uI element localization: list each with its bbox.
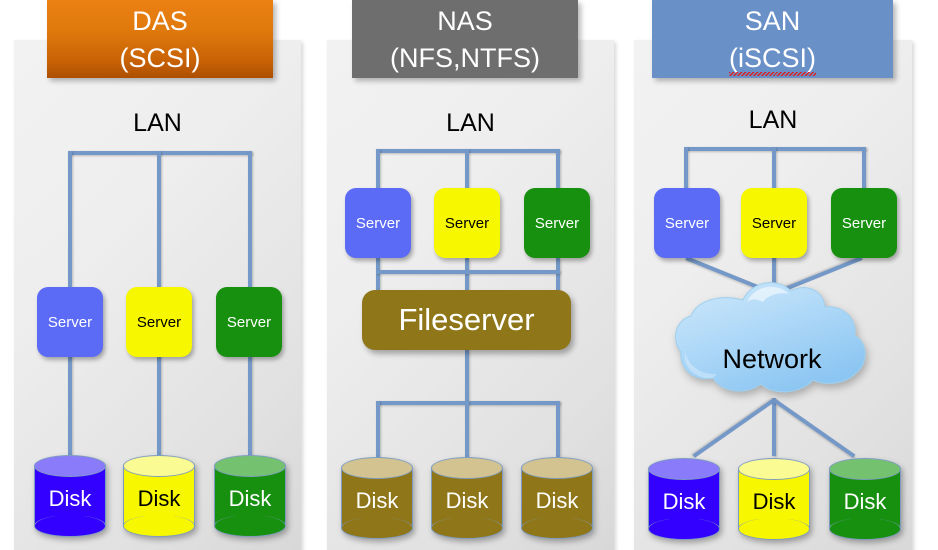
header-chip-san: SAN (iSCSI)	[652, 0, 893, 78]
server-san-2[interactable]: Server	[741, 188, 807, 258]
lan-label-nas: LAN	[446, 109, 495, 137]
lan-label-san: LAN	[748, 106, 798, 134]
lan-drop-nas-3	[556, 149, 560, 191]
header-chip-das: DAS (SCSI)	[47, 0, 273, 78]
header-nas-line1: NAS	[437, 6, 493, 36]
disk-top	[521, 457, 593, 479]
disk-das-2-label: Disk	[137, 486, 181, 511]
server-nas-3-label: Server	[534, 214, 580, 232]
network-cloud-icon[interactable]	[673, 274, 871, 404]
server-das-1-label: Server	[47, 313, 93, 331]
nas-srv-down-2	[465, 258, 469, 290]
server-san-1-label: Server	[664, 214, 710, 232]
disk-san-2-label: Disk	[752, 489, 796, 514]
lan-drop-das-1	[68, 151, 72, 287]
server-das-3-label: Server	[226, 313, 272, 331]
disk-san-2[interactable]: Disk	[738, 458, 810, 540]
lan-drop-das-2	[157, 151, 161, 287]
server-nas-2[interactable]: Server	[434, 188, 500, 258]
disk-top	[34, 455, 106, 477]
diagram-canvas: DAS (SCSI) LAN Server Server Server Disk…	[0, 0, 938, 550]
lan-drop-san-3	[862, 147, 866, 190]
nas-srv-down-1	[376, 258, 380, 290]
server-san-3-label: Server	[841, 214, 887, 232]
spellcheck-underline: (iSCSI)	[729, 40, 816, 77]
nas-srv-down-3	[556, 258, 560, 290]
disk-top	[648, 458, 720, 480]
server-nas-1-label: Server	[355, 214, 401, 232]
server-nas-2-label: Server	[444, 214, 490, 232]
lan-drop-das-3	[248, 151, 252, 287]
header-das-line1: DAS	[132, 6, 188, 36]
header-san-line1: SAN	[744, 6, 801, 36]
san-cloud-disk-2	[772, 398, 776, 456]
lan-drop-nas-1	[376, 149, 380, 191]
lan-drop-san-1	[684, 147, 688, 190]
disk-top	[123, 455, 195, 477]
nas-disk-drop-2	[465, 401, 469, 457]
fileserver-node[interactable]: Fileserver	[362, 290, 571, 350]
server-nas-3[interactable]: Server	[524, 188, 590, 258]
disk-das-3[interactable]: Disk	[214, 455, 286, 537]
disk-nas-1-label: Disk	[355, 488, 399, 513]
lan-drop-san-2	[772, 147, 776, 190]
disk-das-1-label: Disk	[48, 486, 92, 511]
disk-top	[829, 458, 901, 480]
server-san-1[interactable]: Server	[654, 188, 720, 258]
server-das-2-label: Server	[136, 313, 182, 331]
das-link-2	[157, 355, 161, 461]
header-chip-nas: NAS (NFS,NTFS)	[352, 0, 578, 78]
disk-san-3[interactable]: Disk	[829, 458, 901, 540]
das-link-1	[68, 355, 72, 461]
header-nas-line2: (NFS,NTFS)	[390, 43, 540, 73]
server-nas-1[interactable]: Server	[345, 188, 411, 258]
disk-nas-2[interactable]: Disk	[431, 457, 503, 539]
disk-top	[214, 455, 286, 477]
nas-disk-drop-1	[376, 401, 380, 457]
disk-top	[431, 457, 503, 479]
das-link-3	[248, 355, 252, 461]
header-das-line2: (SCSI)	[119, 43, 201, 73]
nas-fileserver-bus	[376, 270, 560, 274]
network-cloud-label: Network	[722, 344, 822, 374]
server-das-2[interactable]: Server	[126, 287, 192, 357]
lan-label-das: LAN	[133, 109, 182, 137]
disk-san-1-label: Disk	[662, 489, 706, 514]
fileserver-label: Fileserver	[398, 302, 535, 337]
disk-das-2[interactable]: Disk	[123, 455, 195, 537]
lan-drop-nas-2	[465, 149, 469, 191]
server-san-2-label: Server	[751, 214, 797, 232]
disk-nas-3[interactable]: Disk	[521, 457, 593, 539]
disk-das-3-label: Disk	[228, 486, 272, 511]
disk-san-3-label: Disk	[843, 489, 887, 514]
disk-nas-3-label: Disk	[535, 488, 579, 513]
disk-san-1[interactable]: Disk	[648, 458, 720, 540]
disk-das-1[interactable]: Disk	[34, 455, 106, 537]
disk-top	[341, 457, 413, 479]
disk-top	[738, 458, 810, 480]
nas-disk-drop-3	[556, 401, 560, 457]
server-das-1[interactable]: Server	[37, 287, 103, 357]
header-san-line2: (iSCSI)	[652, 40, 893, 77]
disk-nas-2-label: Disk	[445, 488, 489, 513]
server-das-3[interactable]: Server	[216, 287, 282, 357]
server-san-3[interactable]: Server	[831, 188, 897, 258]
disk-nas-1[interactable]: Disk	[341, 457, 413, 539]
nas-fs-down	[465, 348, 469, 404]
